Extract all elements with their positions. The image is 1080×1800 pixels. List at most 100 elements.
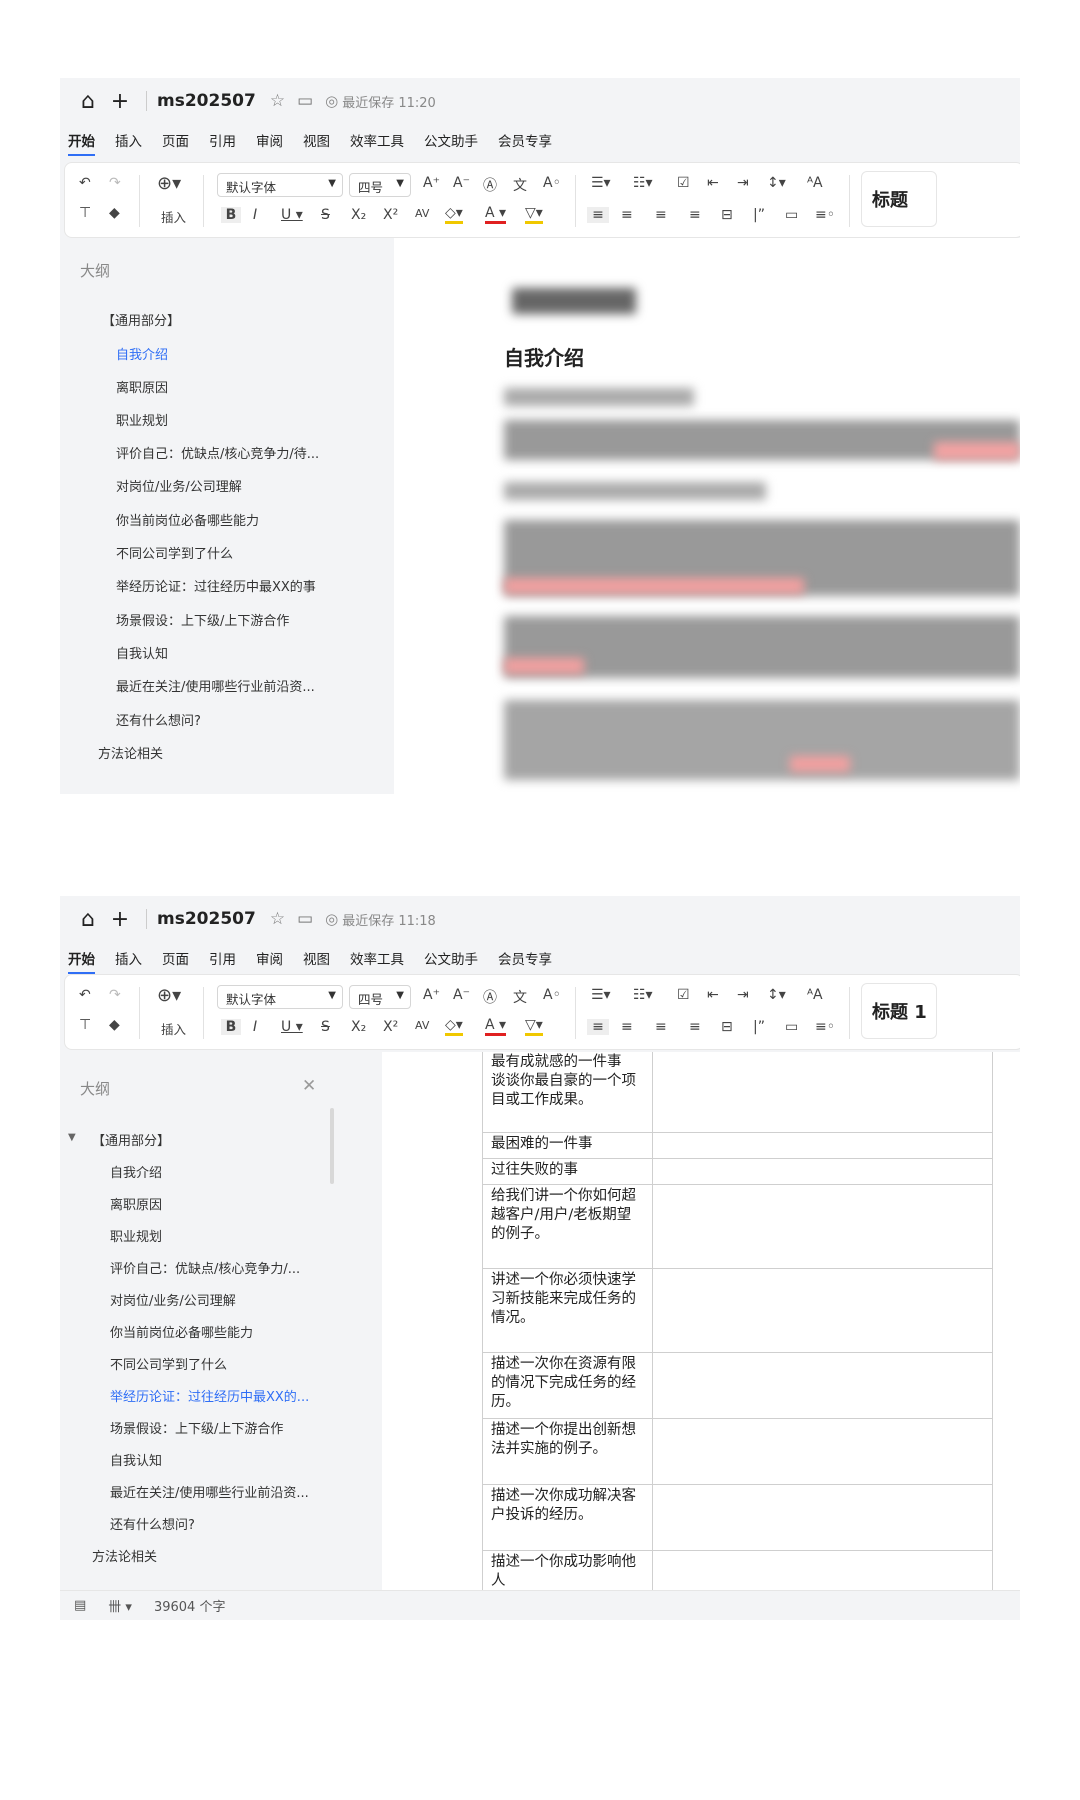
outline-item[interactable]: 举经历论证：过往经历中最XX的... <box>110 1386 309 1405</box>
shading-icon[interactable]: ▽▾ <box>525 1017 543 1036</box>
outline-item[interactable]: 【通用部分】 <box>102 310 180 329</box>
outline-item[interactable]: 自我认知 <box>110 1450 162 1469</box>
distribute-icon[interactable]: ⊟ <box>721 207 733 223</box>
word-count[interactable]: 39604 个字 <box>154 1596 226 1615</box>
outline-item[interactable]: 职业规划 <box>116 410 168 429</box>
circled-letter-icon[interactable]: Ⓐ <box>483 175 497 195</box>
align-center-icon[interactable]: ≡ <box>621 207 633 223</box>
insert-plus-icon[interactable]: ⊕▾ <box>157 985 181 1006</box>
undo-icon[interactable]: ↶ <box>79 987 91 1003</box>
align-right-icon[interactable]: ≡ <box>655 1019 667 1035</box>
checkbox-list-icon[interactable]: ☑ <box>677 175 690 191</box>
table-cell-answer[interactable] <box>652 1352 993 1419</box>
table-cell-question[interactable]: 描述一次你成功解决客户投诉的经历。 <box>482 1484 653 1551</box>
plus-icon[interactable]: + <box>104 89 136 114</box>
tab-member-exclusive[interactable]: 会员专享 <box>498 944 552 972</box>
document-title[interactable]: ms202507 <box>157 909 256 929</box>
tab-member-exclusive[interactable]: 会员专享 <box>498 126 552 154</box>
table-cell-answer[interactable] <box>652 1418 993 1485</box>
insert-button[interactable]: 插入 <box>161 207 186 226</box>
font-name-select[interactable]: 默认字体 ▼ <box>217 985 343 1009</box>
outline-item[interactable]: 你当前岗位必备哪些能力 <box>116 510 259 529</box>
outdent-icon[interactable]: ⇤ <box>707 175 719 191</box>
decrease-font-icon[interactable]: A⁻ <box>453 175 470 191</box>
table-cell-answer[interactable] <box>652 1268 993 1353</box>
distribute-icon[interactable]: ⊟ <box>721 1019 733 1035</box>
outline-item[interactable]: 对岗位/业务/公司理解 <box>110 1290 236 1309</box>
outline-item[interactable]: 还有什么想问? <box>116 710 201 729</box>
table-cell-question[interactable]: 描述一次你在资源有限的情况下完成任务的经历。 <box>482 1352 653 1419</box>
phonetic-icon[interactable]: 文 <box>513 175 527 195</box>
tab-page[interactable]: 页面 <box>162 944 189 972</box>
outline-item[interactable]: 离职原因 <box>110 1194 162 1213</box>
outline-item[interactable]: 评价自己：优缺点/核心竞争力/... <box>110 1258 300 1277</box>
subscript-icon[interactable]: X₂ <box>351 207 366 223</box>
table-cell-question[interactable]: 最困难的一件事 <box>482 1132 653 1159</box>
outline-item[interactable]: 离职原因 <box>116 377 168 396</box>
folder-icon[interactable]: ▭ <box>297 909 313 929</box>
outline-item[interactable]: 你当前岗位必备哪些能力 <box>110 1322 253 1341</box>
outline-item[interactable]: 自我认知 <box>116 643 168 662</box>
eraser-icon[interactable]: ◆ <box>109 205 120 221</box>
tab-review[interactable]: 审阅 <box>256 126 283 154</box>
paragraph-border-icon[interactable]: ▭ <box>785 207 798 223</box>
italic-icon[interactable]: I <box>253 1019 257 1035</box>
format-painter-icon[interactable]: ⊤ <box>79 1017 91 1033</box>
bold-icon[interactable]: B <box>221 1019 241 1035</box>
italic-icon[interactable]: I <box>253 207 257 223</box>
circled-letter-icon[interactable]: Ⓐ <box>483 987 497 1007</box>
insert-button[interactable]: 插入 <box>161 1019 186 1038</box>
tab-start[interactable]: 开始 <box>68 126 95 156</box>
outline-item[interactable]: 场景假设：上下级/上下游合作 <box>110 1418 283 1437</box>
outline-item[interactable]: 【通用部分】 <box>92 1130 170 1149</box>
redo-icon[interactable]: ↷ <box>109 175 121 191</box>
font-name-select[interactable]: 默认字体 ▼ <box>217 173 343 197</box>
quote-icon[interactable]: |” <box>753 1019 765 1035</box>
tab-review[interactable]: 审阅 <box>256 944 283 972</box>
paragraph-settings-icon[interactable]: ≡◦ <box>815 207 835 223</box>
font-size-select[interactable]: 四号 ▼ <box>349 985 411 1009</box>
outline-item[interactable]: 不同公司学到了什么 <box>116 543 233 562</box>
table-cell-answer[interactable] <box>652 1184 993 1269</box>
shading-icon[interactable]: ▽▾ <box>525 205 543 224</box>
outline-item[interactable]: 还有什么想问? <box>110 1514 195 1533</box>
font-color-icon[interactable]: A ▾ <box>485 1017 507 1036</box>
star-icon[interactable]: ☆ <box>270 91 285 111</box>
outline-item[interactable]: 不同公司学到了什么 <box>110 1354 227 1373</box>
strikethrough-icon[interactable]: S <box>321 207 330 223</box>
tab-reference[interactable]: 引用 <box>209 944 236 972</box>
home-icon[interactable]: ⌂ <box>72 907 104 932</box>
document-page[interactable]: 最有成就感的一件事 谈谈你最自豪的一个项目或工作成果。 最困难的一件事 过往失败… <box>382 1052 1020 1590</box>
outline-item[interactable]: 职业规划 <box>110 1226 162 1245</box>
char-spacing-icon[interactable]: AV <box>415 1019 429 1032</box>
close-icon[interactable]: ✕ <box>302 1076 316 1096</box>
layout-icon[interactable]: 卌 ▾ <box>108 1596 132 1615</box>
highlight-icon[interactable]: ◇▾ <box>445 1017 463 1036</box>
outline-item[interactable]: 最近在关注/使用哪些行业前沿资... <box>110 1482 309 1501</box>
checkbox-list-icon[interactable]: ☑ <box>677 987 690 1003</box>
justify-icon[interactable]: ≡ <box>689 1019 701 1035</box>
outline-scrollbar[interactable] <box>330 1108 334 1184</box>
collapse-triangle-icon[interactable]: ▼ <box>68 1132 76 1143</box>
highlight-icon[interactable]: ◇▾ <box>445 205 463 224</box>
home-icon[interactable]: ⌂ <box>72 89 104 114</box>
heading-style-button[interactable]: 标题 1 <box>861 983 937 1039</box>
outline-item[interactable]: 最近在关注/使用哪些行业前沿资... <box>116 676 315 695</box>
table-cell-answer[interactable] <box>652 1484 993 1551</box>
decrease-font-icon[interactable]: A⁻ <box>453 987 470 1003</box>
clear-format-icon[interactable]: A◦ <box>543 175 561 191</box>
table-cell-answer[interactable] <box>652 1550 993 1590</box>
tab-view[interactable]: 视图 <box>303 126 330 154</box>
line-spacing-icon[interactable]: ↕▾ <box>767 987 786 1003</box>
table-cell-answer[interactable] <box>652 1052 993 1133</box>
heading-style-button[interactable]: 标题 <box>861 171 937 227</box>
char-spacing-icon[interactable]: AV <box>415 207 429 220</box>
page-view-icon[interactable]: ▤ <box>74 1598 86 1613</box>
numbered-list-icon[interactable]: ☷▾ <box>633 175 653 191</box>
star-icon[interactable]: ☆ <box>270 909 285 929</box>
outdent-icon[interactable]: ⇤ <box>707 987 719 1003</box>
outline-item[interactable]: 自我介绍 <box>116 344 168 363</box>
table-cell-question[interactable]: 描述一个你成功影响他人 <box>482 1550 653 1590</box>
strikethrough-icon[interactable]: S <box>321 1019 330 1035</box>
bullet-list-icon[interactable]: ☰▾ <box>591 987 611 1003</box>
